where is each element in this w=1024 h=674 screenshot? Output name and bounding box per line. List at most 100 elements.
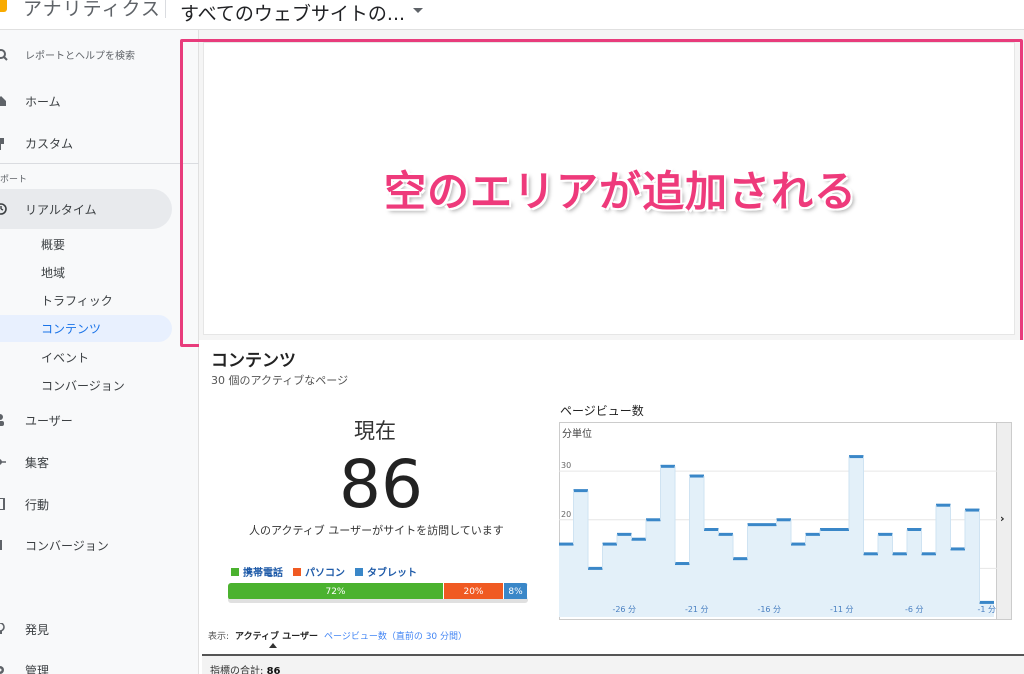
legend-item-desktop: パソコン xyxy=(293,564,345,579)
caret-up-icon xyxy=(269,643,277,648)
x-tick-label: -16 分 xyxy=(757,605,781,614)
display-active-users[interactable]: アクティブ ユーザー xyxy=(235,629,318,642)
sidebar-item-home[interactable]: ホーム xyxy=(0,82,199,120)
sidebar-sub-events[interactable]: イベント xyxy=(41,349,89,366)
sidebar-item-discover[interactable]: 発見 xyxy=(0,610,199,648)
chart-subtitle: 分単位 xyxy=(562,427,592,440)
data-point[interactable] xyxy=(747,523,763,527)
y-tick-label: 20 xyxy=(561,510,571,519)
x-tick-label: -1 分 xyxy=(977,605,996,614)
data-point[interactable] xyxy=(776,518,792,522)
data-point[interactable] xyxy=(820,528,835,531)
data-point[interactable] xyxy=(834,528,850,531)
device-bar-mobile: 72% xyxy=(228,583,444,600)
data-point[interactable] xyxy=(704,528,719,531)
sidebar-item-realtime[interactable]: リアルタイム xyxy=(0,190,199,228)
data-point[interactable] xyxy=(892,552,908,556)
behavior-icon xyxy=(0,498,5,510)
sidebar-item-label: 集客 xyxy=(25,455,50,470)
data-point[interactable] xyxy=(805,532,821,536)
data-point[interactable] xyxy=(588,566,603,570)
display-pageviews-link[interactable]: ページビュー数（直前の 30 分間） xyxy=(324,629,467,642)
clock-icon xyxy=(0,203,7,215)
sidebar-sub-content[interactable]: コンテンツ xyxy=(41,320,101,337)
data-point[interactable] xyxy=(965,508,980,512)
data-point[interactable] xyxy=(733,557,748,561)
sidebar-item-acquisition[interactable]: 集客 xyxy=(0,443,199,481)
sidebar-item-conversions[interactable]: コンバージョン xyxy=(0,526,199,564)
data-point[interactable] xyxy=(660,464,676,468)
sidebar-divider xyxy=(0,163,199,164)
sidebar-section-reports: ポート xyxy=(0,175,28,185)
legend-label: パソコン xyxy=(305,568,345,579)
sidebar-item-label: 発見 xyxy=(25,622,50,637)
device-share-bar: 72% 20% 8% xyxy=(228,583,528,600)
data-point[interactable] xyxy=(617,532,632,536)
sidebar-sub-traffic[interactable]: トラフィック xyxy=(41,292,113,309)
search-label: レポートとヘルプを検索 xyxy=(25,50,135,62)
home-icon xyxy=(0,96,6,106)
flag-icon xyxy=(0,540,2,550)
sidebar-item-admin[interactable]: 管理 xyxy=(0,651,199,674)
active-users-count: 86 xyxy=(339,446,423,523)
sidebar-sub-location[interactable]: 地域 xyxy=(41,264,65,281)
device-bar-shadow xyxy=(228,599,528,603)
sidebar-sub-overview[interactable]: 概要 xyxy=(41,236,65,253)
gear-icon xyxy=(0,666,4,674)
search-icon xyxy=(0,49,8,61)
data-point[interactable] xyxy=(907,528,922,531)
x-tick-label: -11 分 xyxy=(830,605,854,614)
data-point[interactable] xyxy=(979,600,995,604)
data-point[interactable] xyxy=(631,537,647,541)
legend-label: タブレット xyxy=(367,568,417,579)
sidebar-item-label: コンバージョン xyxy=(25,538,109,553)
legend-swatch xyxy=(355,567,363,576)
sidebar-sub-conversions[interactable]: コンバージョン xyxy=(41,377,125,394)
data-point[interactable] xyxy=(573,489,589,493)
chevron-right-icon[interactable]: › xyxy=(1000,512,1005,525)
data-point[interactable] xyxy=(936,503,951,507)
active-users-description: 人のアクティブ ユーザーがサイトを訪問しています xyxy=(249,524,504,537)
data-point[interactable] xyxy=(863,552,879,556)
now-label: 現在 xyxy=(354,419,396,443)
x-tick-label: -21 分 xyxy=(685,605,709,614)
metric-total-label: 指標の合計: xyxy=(210,666,264,674)
legend-item-tablet: タブレット xyxy=(355,564,417,579)
page-subtitle: 30 個のアクティブなページ xyxy=(211,374,349,387)
data-point[interactable] xyxy=(950,547,966,551)
data-point[interactable] xyxy=(718,532,734,536)
person-icon xyxy=(0,414,4,426)
data-point[interactable] xyxy=(791,542,806,546)
custom-icon xyxy=(0,138,4,150)
data-point[interactable] xyxy=(849,455,864,459)
sidebar-item-users[interactable]: ユーザー xyxy=(0,401,199,439)
data-point[interactable] xyxy=(762,523,777,527)
display-toggle: 表示: アクティブ ユーザー ページビュー数（直前の 30 分間） xyxy=(208,629,467,642)
sidebar-item-label: カスタム xyxy=(25,136,74,151)
data-point[interactable] xyxy=(689,474,705,478)
data-point[interactable] xyxy=(646,518,661,522)
annotation-text: 空のエリアが追加される xyxy=(384,167,858,216)
legend-swatch xyxy=(231,567,239,576)
main-content: 空のエリアが追加される コンテンツ 30 個のアクティブなページ 現在 86 人… xyxy=(180,30,1024,674)
device-legend: 携帯電話 パソコン タブレット xyxy=(231,564,417,579)
sidebar-item-label: ユーザー xyxy=(25,413,73,428)
data-point[interactable] xyxy=(878,532,893,536)
analytics-logo-icon[interactable] xyxy=(0,0,7,12)
sidebar-item-behavior[interactable]: 行動 xyxy=(0,485,199,523)
sidebar: レポートとヘルプを検索 ホーム カスタム ポート リアルタイム 概要 地域 トラ… xyxy=(0,30,199,674)
top-divider xyxy=(165,0,166,18)
sidebar-item-custom[interactable]: カスタム xyxy=(0,124,199,162)
top-bar: アナリティクス すべてのウェブサイトの... xyxy=(0,0,1024,30)
legend-item-mobile: 携帯電話 xyxy=(231,564,283,579)
data-point[interactable] xyxy=(559,542,574,546)
legend-swatch xyxy=(293,567,301,576)
property-selector[interactable]: すべてのウェブサイトの... xyxy=(180,0,405,26)
data-point[interactable] xyxy=(602,542,618,546)
x-tick-label: -6 分 xyxy=(905,605,924,614)
data-point[interactable] xyxy=(921,552,937,556)
data-point[interactable] xyxy=(675,562,690,566)
chevron-down-icon[interactable] xyxy=(413,8,423,13)
sidebar-search[interactable]: レポートとヘルプを検索 xyxy=(0,35,199,73)
x-tick-label: -26 分 xyxy=(612,605,636,614)
